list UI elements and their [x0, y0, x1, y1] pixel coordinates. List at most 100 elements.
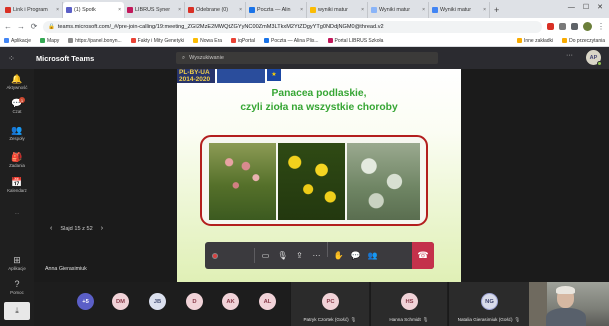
- tab-favicon-icon: [127, 7, 133, 13]
- participant-name-row: Natalia Gierasimiuk (Gość) 🎙: [449, 317, 529, 323]
- tab-close-icon[interactable]: ×: [118, 7, 121, 13]
- browser-tab[interactable]: Odebrane (0) ×: [185, 2, 246, 18]
- rail-item-1[interactable]: 💬 Czat 1: [0, 97, 34, 114]
- tab-close-icon[interactable]: ×: [361, 7, 364, 13]
- bookmark-item[interactable]: https://panel.bonyn...: [68, 37, 122, 44]
- participant-name-row: Hanna Schmidt 🎙: [371, 317, 447, 323]
- extension-icon[interactable]: [559, 23, 566, 30]
- raise-hand-button[interactable]: ✋: [330, 242, 347, 269]
- tab-title: Odebrane (0): [196, 7, 229, 13]
- hang-up-button[interactable]: ☎: [412, 242, 434, 269]
- browser-tab[interactable]: Poczta — Alin ×: [246, 2, 307, 18]
- participant-tile[interactable]: PC Patryk Czortek (Gość) 🎙: [290, 282, 369, 326]
- tab-title: wyniki matur: [318, 7, 348, 13]
- download-icon[interactable]: ⤓: [4, 302, 30, 320]
- search-input[interactable]: ⌕ Wyszukiwanie: [176, 52, 438, 64]
- rail-item-3[interactable]: 🎒 Zadania: [0, 152, 34, 168]
- extensions-puzzle-icon[interactable]: [571, 23, 578, 30]
- participant-avatar[interactable]: D: [186, 293, 203, 310]
- bookmark-item[interactable]: Portal LIBRUS Szkoła: [327, 38, 383, 44]
- browser-tab[interactable]: Link i Program ×: [2, 2, 63, 18]
- bookmark-label: https://panel.bonyn...: [75, 37, 122, 44]
- more-actions-icon: ···: [312, 251, 321, 260]
- share-screen-button[interactable]: ⇪: [291, 242, 308, 269]
- profile-avatar[interactable]: [583, 22, 592, 31]
- photo-grey-herb: [347, 143, 420, 220]
- tab-close-icon[interactable]: ×: [483, 7, 486, 13]
- tab-close-icon[interactable]: ×: [178, 7, 181, 13]
- bookmark-item[interactable]: Aplikacje: [4, 38, 31, 44]
- back-icon[interactable]: ←: [4, 22, 12, 31]
- close-window-button[interactable]: ✕: [597, 3, 603, 11]
- participant-avatar[interactable]: AK: [222, 293, 239, 310]
- unread-badge: 1: [19, 97, 25, 103]
- bookmark-folder[interactable]: Inne zakładki: [516, 37, 554, 44]
- browser-tab[interactable]: wyniki matur ×: [307, 2, 368, 18]
- slide-counter: Slajd 15 z 52: [60, 225, 93, 232]
- forward-icon[interactable]: →: [17, 22, 25, 31]
- rail-item-label: Aktywność: [6, 85, 28, 90]
- participant-avatar[interactable]: AL: [259, 293, 276, 310]
- url-field[interactable]: 🔒 teams.microsoft.com/_#/pre-join-callin…: [43, 20, 542, 33]
- chat-bubble-button[interactable]: 💬: [347, 242, 364, 269]
- rail-item-2[interactable]: 👥 Zespoły: [0, 125, 34, 141]
- bookmark-folder[interactable]: Do przeczytania: [562, 38, 605, 44]
- minimize-button[interactable]: —: [568, 4, 575, 11]
- new-tab-button[interactable]: +: [490, 2, 503, 18]
- rail-bottom-item-1[interactable]: ? Pomoc: [0, 279, 34, 295]
- video-background: [529, 282, 547, 326]
- screen: Link i Program × (1) Spotk × LIBRUS Syner × Od…: [0, 0, 609, 326]
- reload-icon[interactable]: ⟳: [30, 22, 38, 31]
- bookmark-item[interactable]: Mapy: [40, 38, 59, 44]
- tab-close-icon[interactable]: ×: [239, 7, 242, 13]
- tab-close-icon[interactable]: ×: [300, 7, 303, 13]
- participant-avatar[interactable]: JB: [149, 293, 166, 310]
- divider: [327, 242, 328, 257]
- more-options-icon[interactable]: ···: [566, 52, 573, 59]
- browser-tab[interactable]: LIBRUS Syner ×: [124, 2, 185, 18]
- participant-avatar[interactable]: DM: [112, 293, 129, 310]
- participants-button[interactable]: 👥: [364, 242, 381, 269]
- more-participants-button[interactable]: +5: [77, 293, 94, 310]
- next-slide-icon[interactable]: ›: [101, 225, 103, 232]
- previous-slide-icon[interactable]: ‹: [50, 225, 52, 232]
- bookmark-item[interactable]: iqPortal: [231, 38, 255, 44]
- bookmark-label: Nowa Era: [200, 37, 223, 44]
- raise-hand-icon: ✋: [333, 251, 344, 260]
- presence-status-icon: [597, 61, 602, 66]
- maximize-button[interactable]: ☐: [583, 3, 589, 11]
- rail-item-0[interactable]: 🔔 Aktywność: [0, 74, 34, 90]
- eu-flag-icon: ★: [267, 69, 281, 81]
- participant-tile[interactable]: NG Natalia Gierasimiuk (Gość) 🎙: [448, 282, 529, 326]
- browser-menu-icon[interactable]: ⋮: [597, 22, 605, 31]
- browser-tab[interactable]: (1) Spotk ×: [63, 2, 124, 18]
- bookmark-folder-label: Inne zakładki: [523, 37, 554, 44]
- rail-bottom-item-0[interactable]: ⊞ Aplikacje: [0, 255, 34, 271]
- browser-tab[interactable]: Wyniki matur ×: [429, 2, 490, 18]
- bookmark-folder-label: Do przeczytania: [569, 37, 605, 44]
- bell-icon: 🔔: [11, 74, 23, 84]
- more-actions-button[interactable]: ···: [308, 242, 325, 269]
- browser-tab[interactable]: Wyniki matur ×: [368, 2, 429, 18]
- participant-name-row: Patryk Czortek (Gość) 🎙: [291, 317, 369, 323]
- participant-tile[interactable]: HS Hanna Schmidt 🎙: [370, 282, 447, 326]
- bookmark-item[interactable]: Nowa Era: [193, 38, 222, 44]
- search-placeholder: Wyszukiwanie: [189, 55, 224, 61]
- app-launcher-icon[interactable]: ⁘: [0, 54, 22, 63]
- mic-off-button[interactable]: 🎙: [274, 242, 291, 269]
- tab-title: LIBRUS Syner: [135, 7, 171, 13]
- bookmarks-right: Inne zakładki Do przeczytania: [516, 37, 605, 44]
- bookmark-item[interactable]: Poczta — Alina Plis...: [263, 38, 319, 44]
- bookmark-label: Mapy: [47, 37, 60, 44]
- tab-favicon-icon: [188, 7, 194, 13]
- camera-off-icon: ▭: [261, 251, 270, 260]
- tab-close-icon[interactable]: ×: [422, 7, 425, 13]
- participant-video[interactable]: [529, 282, 609, 326]
- camera-off-button[interactable]: ▭: [257, 242, 274, 269]
- rail-item-4[interactable]: 📅 Kalendarz: [0, 177, 34, 193]
- rail-item-5[interactable]: ···: [0, 200, 34, 216]
- tab-close-icon[interactable]: ×: [56, 7, 59, 13]
- extension-icon[interactable]: [547, 23, 554, 30]
- bookmark-item[interactable]: Fakty i Mity Genetyki: [130, 38, 184, 44]
- tab-favicon-icon: [432, 7, 438, 13]
